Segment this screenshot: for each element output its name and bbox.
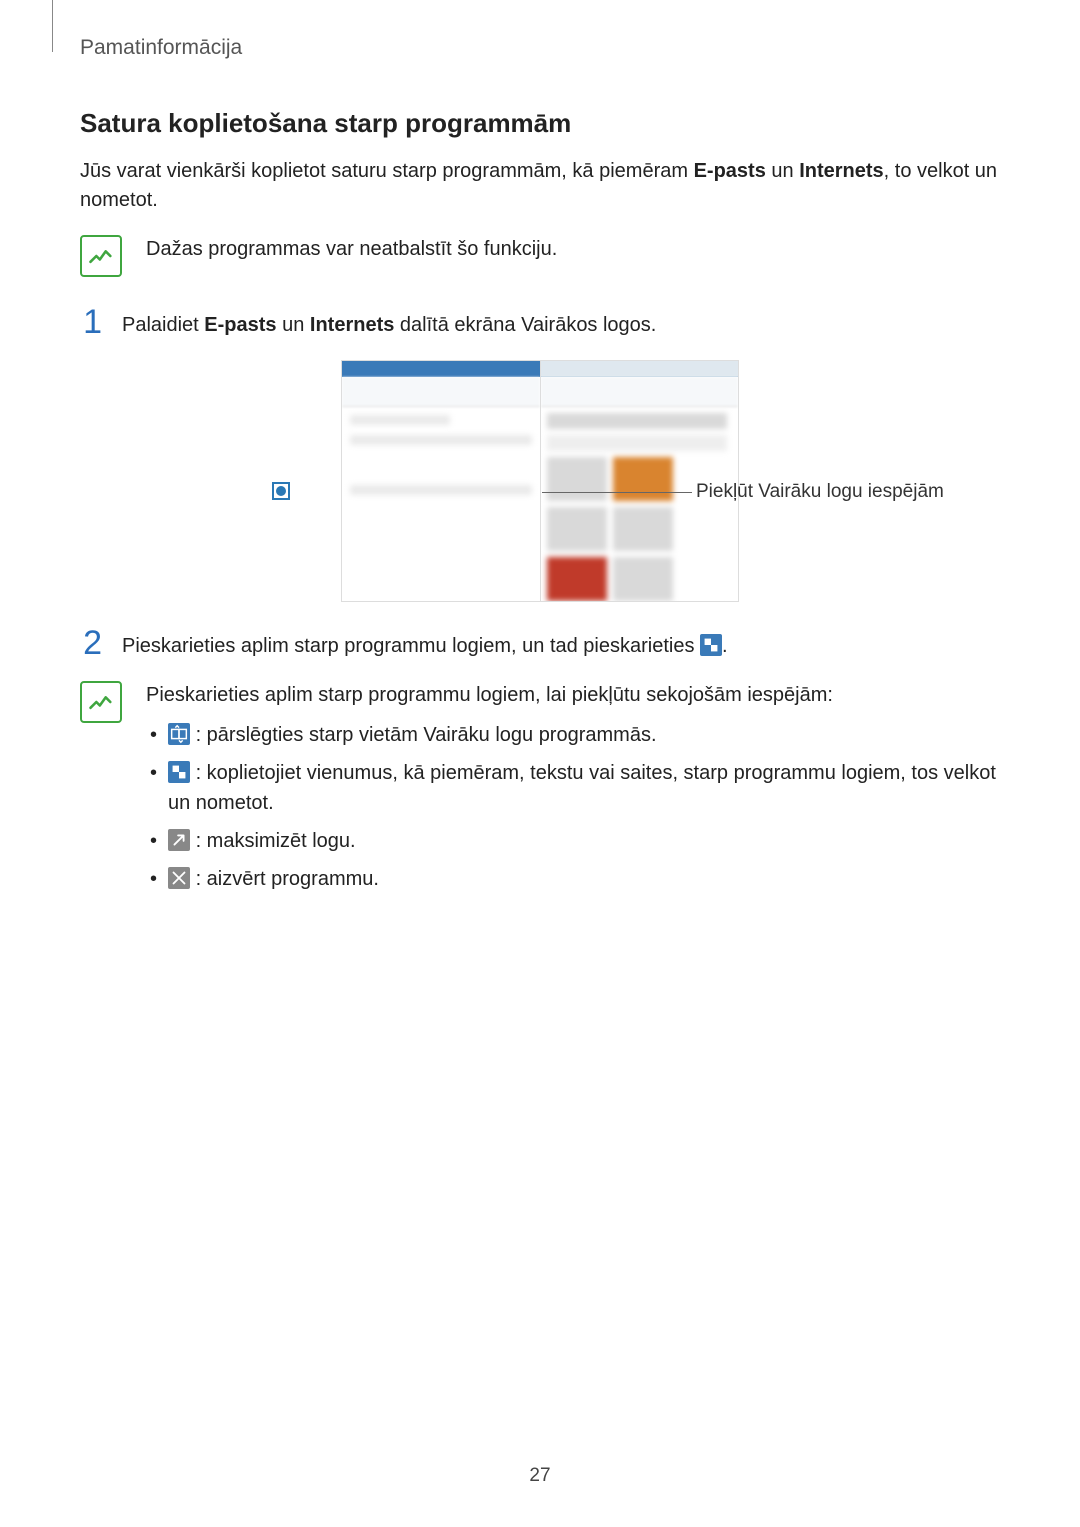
swap-windows-icon [168,723,190,745]
note-icon [80,235,122,277]
options-list: : pārslēgties starp vietām Vairāku logu … [146,720,1000,894]
note-2: Pieskarieties aplim starp programmu logi… [80,681,1000,902]
page-number: 27 [0,1465,1080,1487]
callout-line [542,492,692,493]
step-2-number: 2 [80,626,102,660]
intro-text: Jūs varat vienkārši koplietot saturu sta… [80,160,694,182]
screenshot-left-pane [342,361,540,601]
note-2-text: Pieskarieties aplim starp programmu logi… [146,681,1000,902]
step-2: 2 Pieskarieties aplim starp programmu lo… [80,626,1000,661]
intro-paragraph: Jūs varat vienkārši koplietot saturu sta… [80,157,1000,215]
drag-share-icon [168,761,190,783]
note-1: Dažas programmas var neatbalstīt šo funk… [80,235,1000,277]
page-heading: Satura koplietošana starp programmām [80,108,1000,139]
step-2-body: Pieskarieties aplim starp programmu logi… [122,626,1000,661]
option-swap: : pārslēgties starp vietām Vairāku logu … [146,720,1000,750]
multiwindow-handle-icon [272,482,290,500]
callout-label: Piekļūt Vairāku logu iespējām [696,480,944,505]
figure-multiwindow: Piekļūt Vairāku logu iespējām [80,360,1000,602]
step-1: 1 Palaidiet E-pasts un Internets dalītā … [80,305,1000,340]
note-icon [80,681,122,723]
option-close: : aizvērt programmu. [146,864,1000,894]
drag-share-icon [700,634,722,656]
option-share: : koplietojiet vienumus, kā piemēram, te… [146,758,1000,818]
intro-bold-2: Internets [799,160,883,182]
maximize-icon [168,829,190,851]
intro-mid: un [766,160,799,182]
note-1-text: Dažas programmas var neatbalstīt šo funk… [146,235,1000,264]
header-divider [52,0,53,52]
note-2-intro: Pieskarieties aplim starp programmu logi… [146,681,1000,710]
option-maximize: : maksimizēt logu. [146,826,1000,856]
step-1-body: Palaidiet E-pasts un Internets dalītā ek… [122,305,1000,340]
step-1-number: 1 [80,305,102,339]
intro-bold-1: E-pasts [694,160,766,182]
section-name: Pamatinformācija [80,36,242,60]
close-icon [168,867,190,889]
screenshot [341,360,739,602]
